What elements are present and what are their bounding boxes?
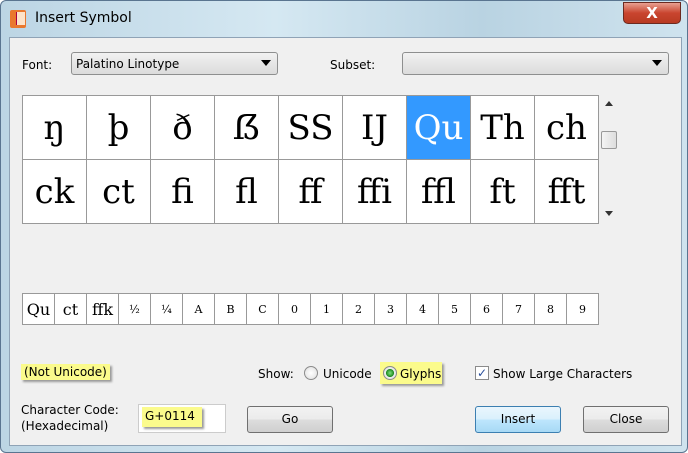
recent-symbol-cell[interactable]: 9 [567,294,599,325]
glyphs-radio[interactable] [383,366,397,380]
symbol-cell[interactable]: ŋ [23,96,87,160]
recent-symbol-cell[interactable]: 6 [471,294,503,325]
recent-symbol-cell[interactable]: 1 [311,294,343,325]
symbol-cell[interactable]: ð [151,96,215,160]
character-code-label: Character Code: [21,403,119,417]
symbol-cell[interactable]: ck [23,160,87,224]
scroll-down-icon[interactable] [605,211,613,216]
unicode-status: (Not Unicode) [21,364,110,380]
symbol-cell[interactable]: SS [279,96,343,160]
symbol-cell[interactable]: fft [535,160,599,224]
symbol-grid: ŋ þ ð ẞ SS IJ Qu Th ch ck ct fi fl ff ffi ffl ft fft [22,95,599,224]
insert-button[interactable]: Insert [475,406,561,433]
recent-symbol-cell[interactable]: B [215,294,247,325]
recent-symbols: Qu ct ffk ½ ¼ A B C 0 1 2 3 4 5 6 7 8 9 [22,293,599,325]
symbol-cell[interactable]: þ [87,96,151,160]
symbol-cell[interactable]: Qu [407,96,471,160]
scroll-up-icon[interactable] [605,101,613,106]
symbol-cell[interactable]: ẞ [215,96,279,160]
unicode-radio[interactable] [304,366,318,380]
subset-label: Subset: [330,58,376,72]
recent-symbol-cell[interactable]: Qu [23,294,55,325]
large-characters-label[interactable]: Show Large Characters [493,367,632,381]
recent-symbol-cell[interactable]: ffk [87,294,119,325]
font-dropdown[interactable]: Palatino Linotype [71,52,278,75]
close-button[interactable]: Close [583,406,669,433]
chevron-down-icon [261,60,271,66]
character-code-value: G+0114 [142,407,202,427]
recent-symbol-cell[interactable]: A [183,294,215,325]
recent-symbol-cell[interactable]: ct [55,294,87,325]
recent-symbol-cell[interactable]: ¼ [151,294,183,325]
recent-symbol-cell[interactable]: 7 [503,294,535,325]
symbol-cell[interactable]: fl [215,160,279,224]
hexadecimal-label: (Hexadecimal) [21,419,109,433]
symbol-cell[interactable]: IJ [343,96,407,160]
insert-symbol-dialog: Insert Symbol X Font: Palatino Linotype … [0,0,688,453]
character-code-input[interactable]: G+0114 [138,404,226,433]
recent-symbol-cell[interactable]: ½ [119,294,151,325]
scroll-thumb[interactable] [601,131,617,149]
app-icon [10,10,26,28]
unicode-radio-label[interactable]: Unicode [323,367,372,381]
glyphs-radio-label[interactable]: Glyphs [400,367,441,381]
subset-dropdown[interactable] [402,52,669,75]
symbol-cell[interactable]: fi [151,160,215,224]
grid-scrollbar[interactable] [601,95,617,224]
large-characters-checkbox[interactable]: ✓ [475,366,489,380]
symbol-cell[interactable]: ffl [407,160,471,224]
recent-symbol-cell[interactable]: 2 [343,294,375,325]
recent-symbol-cell[interactable]: 8 [535,294,567,325]
symbol-cell[interactable]: ff [279,160,343,224]
show-label: Show: [258,367,294,381]
symbol-cell[interactable]: ft [471,160,535,224]
recent-symbol-cell[interactable]: 0 [279,294,311,325]
chevron-down-icon [652,60,662,66]
window-close-button[interactable]: X [623,2,681,24]
recent-symbol-cell[interactable]: 4 [407,294,439,325]
go-button[interactable]: Go [247,406,333,433]
font-value: Palatino Linotype [76,57,180,71]
font-label: Font: [22,58,53,72]
window-title: Insert Symbol [35,10,132,26]
symbol-cell[interactable]: ffi [343,160,407,224]
recent-symbol-cell[interactable]: C [247,294,279,325]
symbol-cell[interactable]: Th [471,96,535,160]
recent-symbol-cell[interactable]: 5 [439,294,471,325]
symbol-cell[interactable]: ch [535,96,599,160]
recent-symbol-cell[interactable]: 3 [375,294,407,325]
symbol-cell[interactable]: ct [87,160,151,224]
